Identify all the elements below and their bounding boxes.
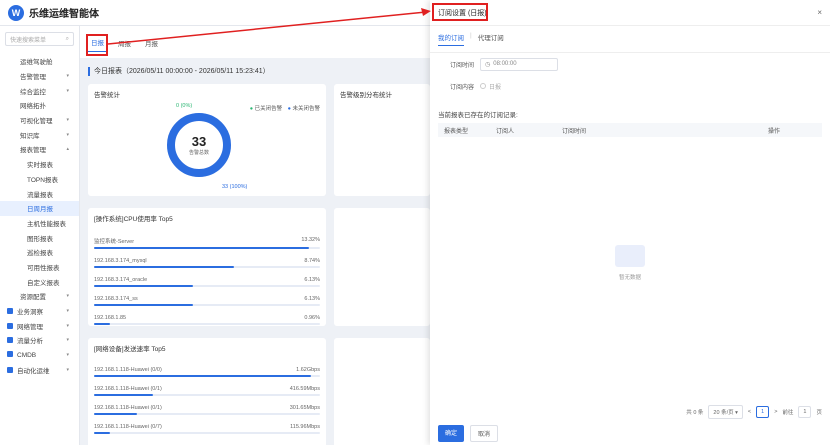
- annotation-arrow: [107, 8, 431, 45]
- arrow-head: [421, 8, 431, 16]
- arrow-line: [107, 11, 427, 45]
